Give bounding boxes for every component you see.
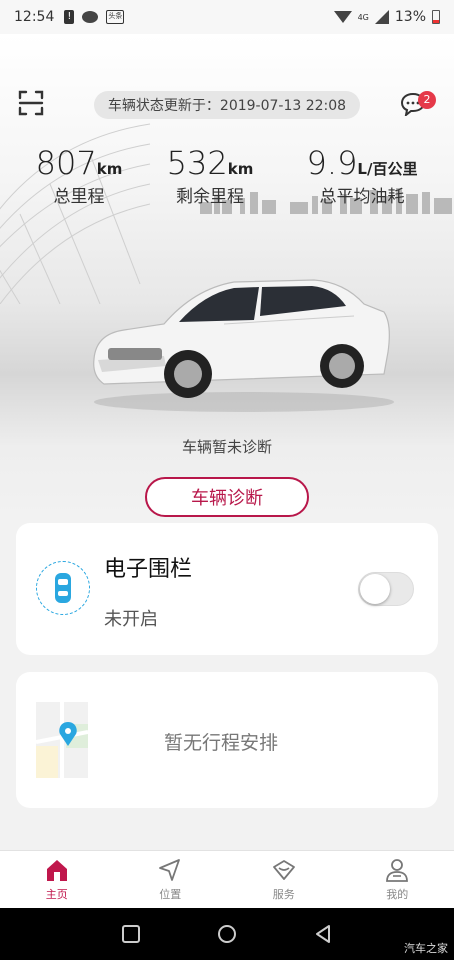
watermark: 汽车之家 bbox=[404, 942, 448, 955]
wechat-icon bbox=[82, 11, 99, 23]
stat-label: 剩余里程 bbox=[176, 187, 244, 207]
home-icon bbox=[46, 860, 67, 881]
battery-percent: 13% bbox=[394, 9, 426, 25]
nav-service[interactable]: 服务 bbox=[227, 851, 341, 908]
network-type: 4G bbox=[357, 12, 369, 22]
fence-state: 未开启 bbox=[104, 609, 158, 630]
back-icon[interactable] bbox=[312, 923, 334, 945]
trip-card[interactable]: 暂无行程安排 bbox=[16, 672, 438, 808]
fence-car-icon bbox=[36, 561, 90, 615]
signal-icon bbox=[374, 10, 389, 24]
recents-icon[interactable] bbox=[120, 923, 142, 945]
nav-label: 服务 bbox=[272, 888, 295, 901]
status-bar: 12:54 ! 头条 4G 13% bbox=[0, 0, 454, 34]
stat-total-mileage: 807km 总里程 bbox=[34, 144, 124, 207]
hero-section: 车辆状态更新于：2019-07-13 22:08 2 807km 总里程 532… bbox=[0, 34, 454, 520]
map-pin-icon bbox=[36, 702, 88, 778]
status-right: 4G 13% bbox=[333, 9, 440, 25]
status-time: 12:54 bbox=[14, 9, 55, 25]
nav-home[interactable]: 主页 bbox=[0, 851, 114, 908]
vehicle-diagnosis-button[interactable]: 车辆诊断 bbox=[145, 477, 309, 517]
stat-remaining-mileage: 532km 剩余里程 bbox=[165, 144, 255, 207]
nav-mine[interactable]: 我的 bbox=[341, 851, 454, 908]
car-image bbox=[93, 279, 394, 412]
fence-toggle[interactable] bbox=[358, 572, 414, 606]
alert-icon: ! bbox=[64, 10, 75, 24]
message-badge: 2 bbox=[418, 91, 436, 109]
toutiao-icon: 头条 bbox=[106, 10, 125, 24]
vehicle-status-updated: 车辆状态更新于：2019-07-13 22:08 bbox=[94, 91, 360, 119]
stat-label: 总里程 bbox=[53, 187, 105, 207]
nav-label: 我的 bbox=[386, 888, 409, 901]
nav-label: 位置 bbox=[159, 888, 182, 901]
fence-title: 电子围栏 bbox=[104, 557, 193, 582]
stat-unit: L/百公里 bbox=[357, 160, 418, 178]
stat-value: 532 bbox=[166, 144, 228, 182]
stat-value: 9.9 bbox=[306, 144, 358, 182]
nav-location[interactable]: 位置 bbox=[114, 851, 228, 908]
stat-value: 807 bbox=[35, 144, 97, 182]
diagnosis-status: 车辆暂未诊断 bbox=[181, 438, 272, 456]
stat-avg-fuel: 9.9L/百公里 总平均油耗 bbox=[300, 144, 424, 207]
wifi-icon bbox=[333, 11, 352, 23]
location-arrow-icon bbox=[159, 859, 181, 881]
scan-icon[interactable] bbox=[18, 90, 44, 116]
service-icon bbox=[272, 860, 295, 880]
electronic-fence-card[interactable]: 电子围栏 未开启 bbox=[16, 523, 438, 655]
bottom-nav: 主页 位置 服务 我的 bbox=[0, 850, 454, 908]
system-nav-bar bbox=[0, 908, 454, 960]
stat-label: 总平均油耗 bbox=[319, 187, 405, 207]
home-circle-icon[interactable] bbox=[216, 923, 238, 945]
nav-label: 主页 bbox=[45, 888, 68, 901]
stat-unit: km bbox=[96, 160, 123, 178]
user-icon bbox=[386, 859, 409, 882]
battery-icon bbox=[432, 10, 440, 24]
stat-unit: km bbox=[227, 160, 254, 178]
toggle-knob bbox=[360, 574, 390, 604]
no-trip-text: 暂无行程安排 bbox=[164, 732, 279, 754]
